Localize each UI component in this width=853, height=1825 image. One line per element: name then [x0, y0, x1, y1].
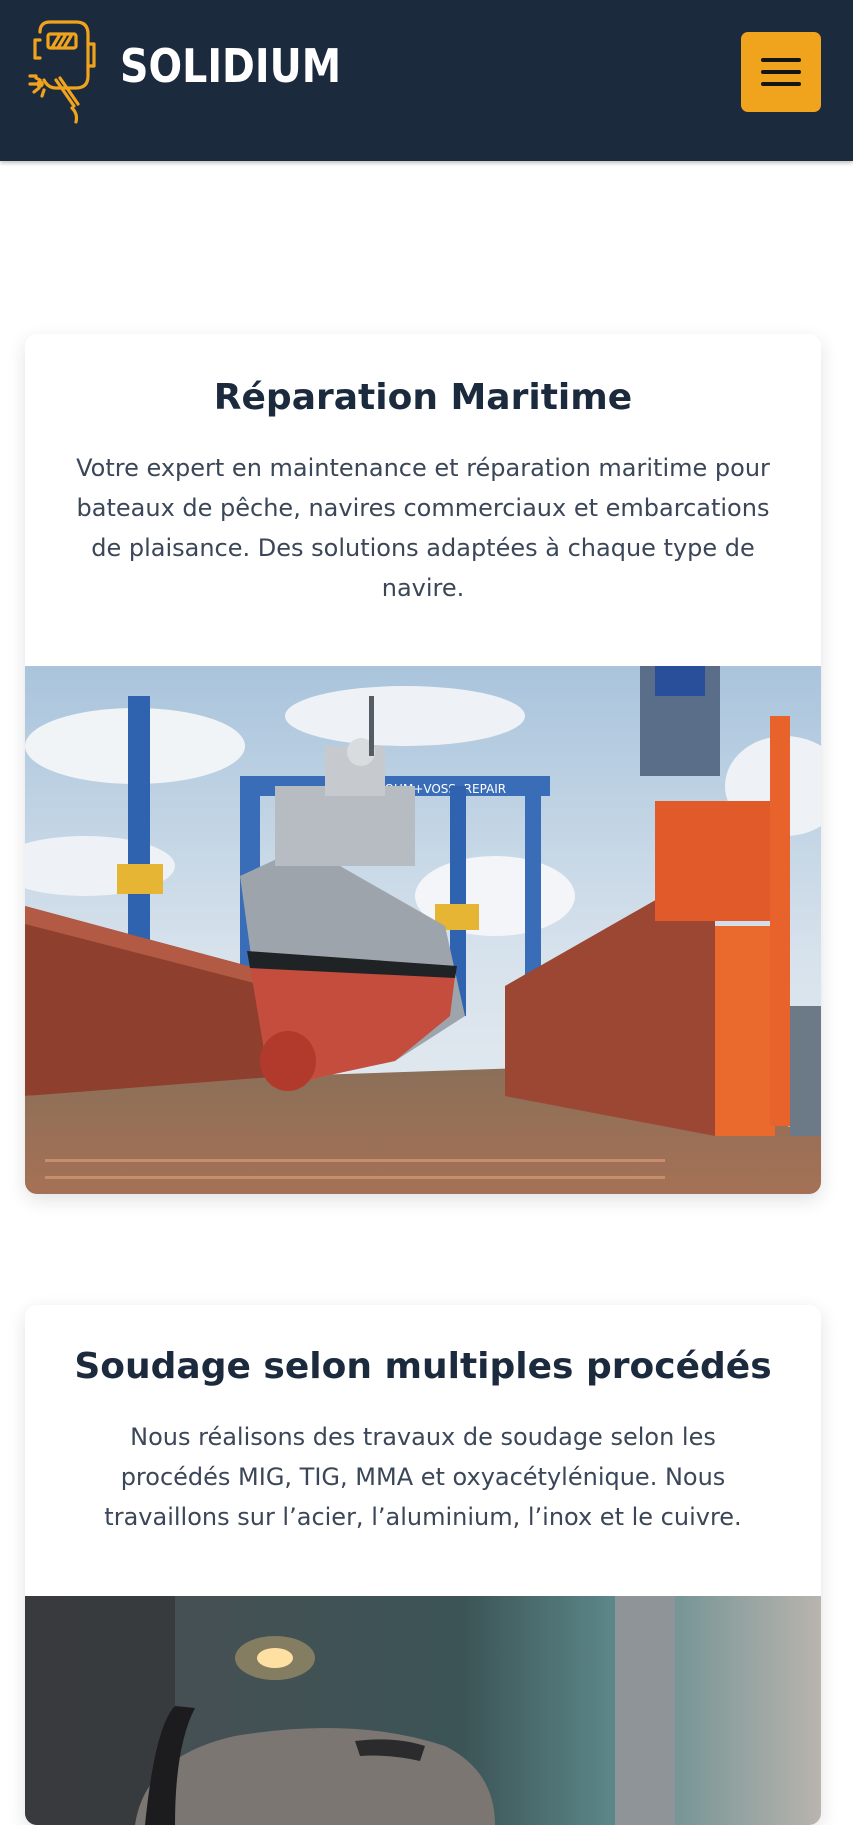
hamburger-icon: [761, 82, 801, 86]
menu-button[interactable]: [741, 32, 821, 112]
site-header: SOLIDIUM: [0, 0, 853, 161]
welder-at-work-image: [25, 1596, 821, 1825]
service-card-welding: Soudage selon multiples procédés Nous ré…: [25, 1305, 821, 1825]
hamburger-icon: [761, 58, 801, 62]
section-description: Nous réalisons des travaux de soudage se…: [104, 1423, 742, 1531]
section-title: Soudage selon multiples procédés: [74, 1346, 772, 1387]
hamburger-icon: [761, 70, 801, 74]
service-card-maritime-repair: Réparation Maritime Votre expert en main…: [25, 334, 821, 1194]
section-title: Réparation Maritime: [213, 377, 633, 418]
brand-logo[interactable]: SOLIDIUM: [26, 18, 377, 126]
section-description: Votre expert en maintenance et réparatio…: [76, 454, 770, 602]
shipyard-drydock-image: BLOHM+VOSS, REPAIR: [25, 666, 821, 1194]
welder-mask-icon: [28, 20, 96, 124]
brand-name: SOLIDIUM: [120, 39, 342, 93]
